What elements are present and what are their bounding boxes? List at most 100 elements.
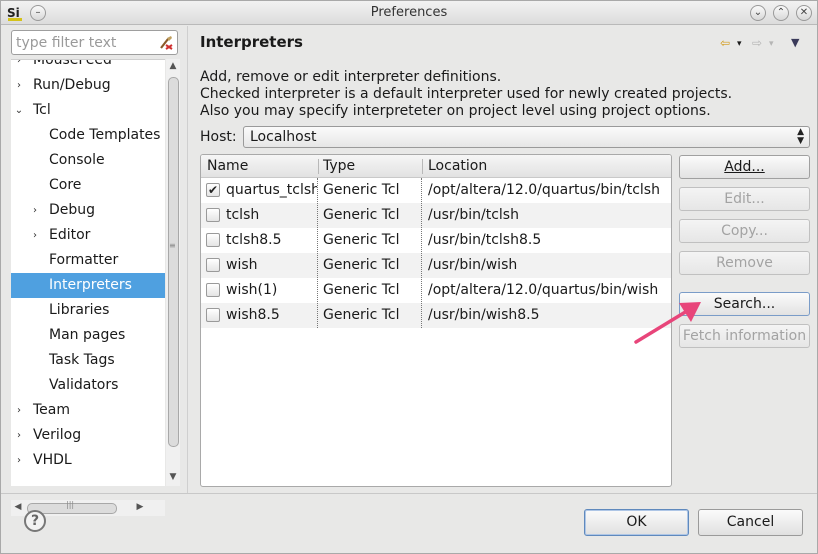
column-separator[interactable] [318, 159, 319, 174]
column-header-type[interactable]: Type [323, 158, 355, 174]
tree-item-interpreters[interactable]: Interpreters [11, 273, 165, 298]
tree-item-man-pages[interactable]: Man pages [11, 323, 165, 348]
tree-item-run-debug[interactable]: › Run/Debug [11, 73, 165, 98]
clear-filter-icon[interactable] [158, 35, 174, 51]
annotation-arrow [634, 302, 701, 344]
history-navigation: ⇦ ▾ ⇨ ▾ ▼ [718, 36, 808, 54]
tree-vertical-scrollbar[interactable]: ▲ ≡ ▼ [166, 59, 180, 486]
description-line: Add, remove or edit interpreter definiti… [200, 69, 502, 85]
add-button[interactable]: Add... [679, 155, 810, 179]
default-checkbox[interactable] [206, 283, 220, 297]
table-row[interactable]: ✔ quartus_tclsh Generic Tcl/opt/altera/12.… [201, 178, 671, 203]
close-icon: ✕ [799, 7, 809, 18]
default-checkbox[interactable] [206, 258, 220, 272]
chevron-right-icon[interactable]: › [13, 398, 25, 423]
tree-item-label: Verilog [33, 427, 82, 443]
window-title: Preferences [370, 5, 448, 20]
tree-item-code-templates[interactable]: Code Templates [11, 123, 165, 148]
chevron-right-icon[interactable]: › [13, 73, 25, 98]
tree-item-label: Libraries [49, 302, 110, 318]
spinner-icon: ▲ ▼ [797, 127, 804, 146]
scroll-right-icon[interactable]: ▶ [133, 502, 147, 512]
column-separator[interactable] [422, 159, 423, 174]
page-title: Interpreters [200, 33, 303, 51]
table-row[interactable]: wish8.5 Generic Tcl/usr/bin/wish8.5 [201, 303, 671, 328]
tree-item-label: Interpreters [49, 277, 132, 293]
chevron-down-icon[interactable]: ⌄ [13, 98, 25, 123]
tree-item-label: Man pages [49, 327, 126, 343]
tree-item-vhdl[interactable]: › VHDL [11, 448, 165, 473]
tree-item-debug[interactable]: › Debug [11, 198, 165, 223]
view-menu-icon[interactable]: ▼ [791, 36, 799, 49]
tree-item-label: Formatter [49, 252, 119, 268]
cell-name: quartus_tclsh [226, 182, 317, 198]
column-header-location[interactable]: Location [428, 158, 487, 174]
maximize-button[interactable]: ⌃ [773, 5, 789, 21]
edit-button[interactable]: Edit... [679, 187, 810, 211]
remove-button[interactable]: Remove [679, 251, 810, 275]
tree-item-validators[interactable]: Validators [11, 373, 165, 398]
back-arrow-icon[interactable]: ⇦ [720, 36, 730, 50]
default-checkbox[interactable] [206, 308, 220, 322]
scroll-down-icon[interactable]: ▼ [166, 472, 180, 482]
cancel-button[interactable]: Cancel [698, 509, 803, 536]
default-checkbox[interactable] [206, 233, 220, 247]
table-row[interactable]: tclsh Generic Tcl/usr/bin/tclsh [201, 203, 671, 228]
chevron-right-icon[interactable]: › [13, 60, 25, 73]
title-bar[interactable]: Si – Preferences ⌄ ⌃ ✕ [1, 1, 817, 25]
default-checkbox[interactable] [206, 208, 220, 222]
help-icon[interactable]: ? [24, 510, 46, 532]
host-select[interactable]: Localhost ▲ ▼ [243, 126, 810, 148]
tree-item-label: Debug [49, 202, 96, 218]
tree-item-editor[interactable]: › Editor [11, 223, 165, 248]
chevron-up-icon: ⌃ [776, 7, 786, 18]
tree-item-console[interactable]: Console [11, 148, 165, 173]
checkmark-icon: ✔ [207, 183, 219, 197]
cell-location: /usr/bin/tclsh [428, 207, 519, 223]
tree-item-verilog[interactable]: › Verilog [11, 423, 165, 448]
scroll-up-icon[interactable]: ▲ [166, 61, 180, 71]
filter-box [11, 30, 178, 55]
cell-location: /usr/bin/tclsh8.5 [428, 232, 542, 248]
tree-item-core[interactable]: Core [11, 173, 165, 198]
column-header-name[interactable]: Name [207, 158, 248, 174]
chevron-right-icon[interactable]: › [29, 223, 41, 248]
tree-item-formatter[interactable]: Formatter [11, 248, 165, 273]
forward-arrow-icon[interactable]: ⇨ [752, 36, 762, 50]
cell-type: Generic Tcl [323, 282, 400, 298]
page-description: Add, remove or edit interpreter definiti… [200, 69, 732, 120]
preferences-tree[interactable]: › MouseFeed › Run/Debug ⌄ Tcl Code Templates Co… [11, 59, 165, 486]
cell-name: wish(1) [226, 282, 278, 298]
close-button[interactable]: ✕ [796, 5, 812, 21]
tree-item-libraries[interactable]: Libraries [11, 298, 165, 323]
minimize-button[interactable]: ⌄ [750, 5, 766, 21]
description-line: Checked interpreter is a default interpr… [200, 86, 733, 102]
table-row[interactable]: tclsh8.5 Generic Tcl/usr/bin/tclsh8.5 [201, 228, 671, 253]
table-row[interactable]: wish Generic Tcl/usr/bin/wish [201, 253, 671, 278]
table-row[interactable]: wish(1) Generic Tcl/opt/altera/12.0/quart… [201, 278, 671, 303]
tree-item-label: Console [49, 152, 105, 168]
tree-item-tcl[interactable]: ⌄ Tcl [11, 98, 165, 123]
default-checkbox[interactable]: ✔ [206, 183, 220, 197]
interpreters-table[interactable]: Name Type Location ✔ quartus_tclsh Generic… [200, 154, 672, 487]
tree-item-task-tags[interactable]: Task Tags [11, 348, 165, 373]
back-menu-icon[interactable]: ▾ [737, 39, 742, 49]
scroll-left-icon[interactable]: ◀ [11, 502, 25, 512]
chevron-right-icon[interactable]: › [13, 423, 25, 448]
scroll-thumb[interactable] [168, 77, 179, 447]
forward-menu-icon[interactable]: ▾ [769, 39, 774, 49]
tree-item-mousefeed[interactable]: › MouseFeed [11, 60, 165, 73]
copy-button-label: Copy... [721, 223, 768, 239]
chevron-right-icon[interactable]: › [13, 448, 25, 473]
ok-button[interactable]: OK [584, 509, 689, 536]
preferences-dialog: Si – Preferences ⌄ ⌃ ✕ › MouseFeed › Run/De… [0, 0, 818, 554]
cell-location: /usr/bin/wish [428, 257, 518, 273]
tree-item-team[interactable]: › Team [11, 398, 165, 423]
column-grid-line [317, 178, 318, 328]
copy-button[interactable]: Copy... [679, 219, 810, 243]
tree-item-label: Tcl [33, 102, 51, 118]
chevron-right-icon[interactable]: › [29, 198, 41, 223]
filter-input[interactable] [16, 33, 156, 52]
tree-item-label: Code Templates [49, 127, 161, 143]
cell-name: tclsh8.5 [226, 232, 282, 248]
